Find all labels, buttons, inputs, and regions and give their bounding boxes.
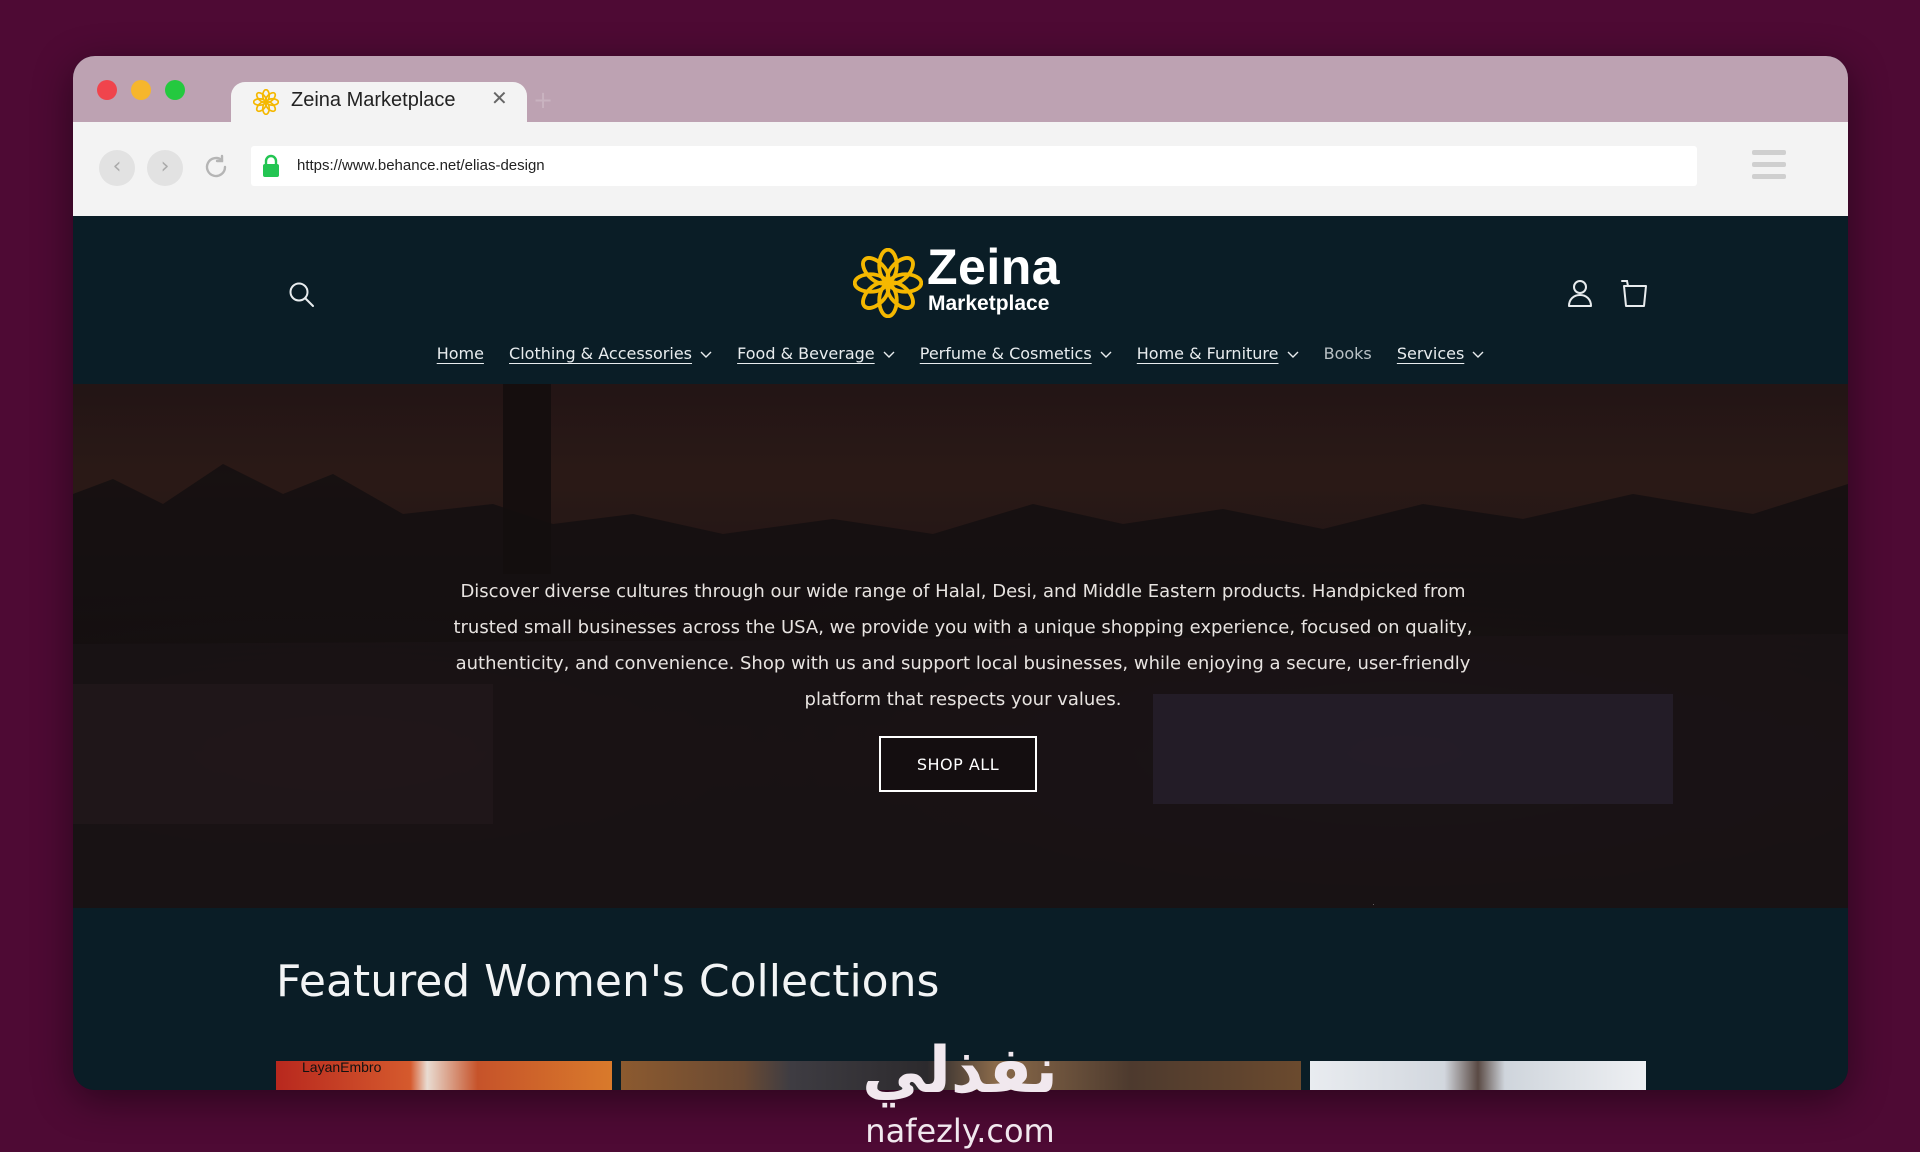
site-header: Zeina Marketplace Home Clothing & Access… [73, 216, 1848, 384]
chevron-down-icon [700, 351, 712, 358]
watermark-logo: نفذلي nafezly.com [850, 1034, 1070, 1150]
url-text: https://www.behance.net/elias-design [297, 157, 545, 174]
new-tab-button[interactable]: + [533, 86, 553, 114]
tab-bar: Zeina Marketplace ✕ + [73, 56, 1848, 122]
site-logo[interactable]: Zeina Marketplace [853, 239, 1083, 320]
featured-collections-heading: Featured Women's Collections [276, 956, 940, 1007]
nav-item-home-furniture[interactable]: Home & Furniture [1137, 344, 1299, 363]
watermark-latin-text: nafezly.com [865, 1112, 1055, 1150]
nav-label: Books [1323, 344, 1372, 363]
logo-name: Zeina [927, 239, 1061, 295]
nav-label: Home & Furniture [1136, 344, 1279, 363]
nav-item-perfume[interactable]: Perfume & Cosmetics [920, 344, 1112, 363]
nav-label: Home [436, 344, 484, 363]
shop-all-button[interactable]: SHOP ALL [879, 736, 1037, 792]
chevron-down-icon [1472, 351, 1484, 358]
nav-label: Perfume & Cosmetics [919, 344, 1092, 363]
main-navigation: Home Clothing & Accessories Food & Bever… [73, 344, 1848, 363]
chevron-down-icon [1100, 351, 1112, 358]
maximize-window-button[interactable] [165, 80, 185, 100]
nav-item-home[interactable]: Home [437, 344, 484, 363]
lock-icon [263, 154, 279, 177]
flower-logo-icon [853, 248, 923, 318]
forward-button[interactable]: › [147, 150, 183, 186]
collection-card[interactable] [1310, 1061, 1646, 1090]
nav-item-food[interactable]: Food & Beverage [737, 344, 895, 363]
nav-label: Food & Beverage [737, 344, 875, 363]
hero-banner: Discover diverse cultures through our wi… [73, 384, 1848, 908]
chevron-down-icon [1287, 351, 1298, 358]
cart-icon[interactable] [1619, 276, 1651, 310]
tab-title: Zeina Marketplace [291, 89, 456, 111]
reload-icon[interactable] [201, 152, 231, 182]
browser-window: Zeina Marketplace ✕ + ‹ › https://www.be… [73, 56, 1848, 1090]
account-icon[interactable] [1563, 276, 1597, 310]
collection-card[interactable]: LayanEmbro [276, 1061, 612, 1090]
minimize-window-button[interactable] [131, 80, 151, 100]
watermark-arabic-text: نفذلي [862, 1034, 1058, 1108]
nav-item-services[interactable]: Services [1397, 344, 1484, 363]
address-bar[interactable]: https://www.behance.net/elias-design [251, 146, 1697, 186]
browser-toolbar: ‹ › https://www.behance.net/elias-design [73, 122, 1848, 216]
chevron-down-icon [883, 351, 895, 358]
nav-item-books[interactable]: Books [1324, 344, 1372, 363]
back-button[interactable]: ‹ [99, 150, 135, 186]
search-icon[interactable] [287, 280, 317, 310]
tab-close-icon[interactable]: ✕ [491, 86, 508, 110]
nav-label: Clothing & Accessories [509, 344, 693, 363]
browser-tab[interactable]: Zeina Marketplace ✕ [231, 82, 527, 122]
close-window-button[interactable] [97, 80, 117, 100]
hero-description: Discover diverse cultures through our wi… [453, 581, 1473, 710]
collection-card-label: LayanEmbro [302, 1061, 382, 1075]
nav-item-clothing[interactable]: Clothing & Accessories [509, 344, 712, 363]
flower-logo-icon [253, 89, 279, 115]
logo-subtitle: Marketplace [928, 292, 1050, 315]
website-page: Zeina Marketplace Home Clothing & Access… [73, 216, 1848, 1090]
nav-label: Services [1396, 344, 1465, 363]
hamburger-menu-icon[interactable] [1752, 150, 1786, 182]
